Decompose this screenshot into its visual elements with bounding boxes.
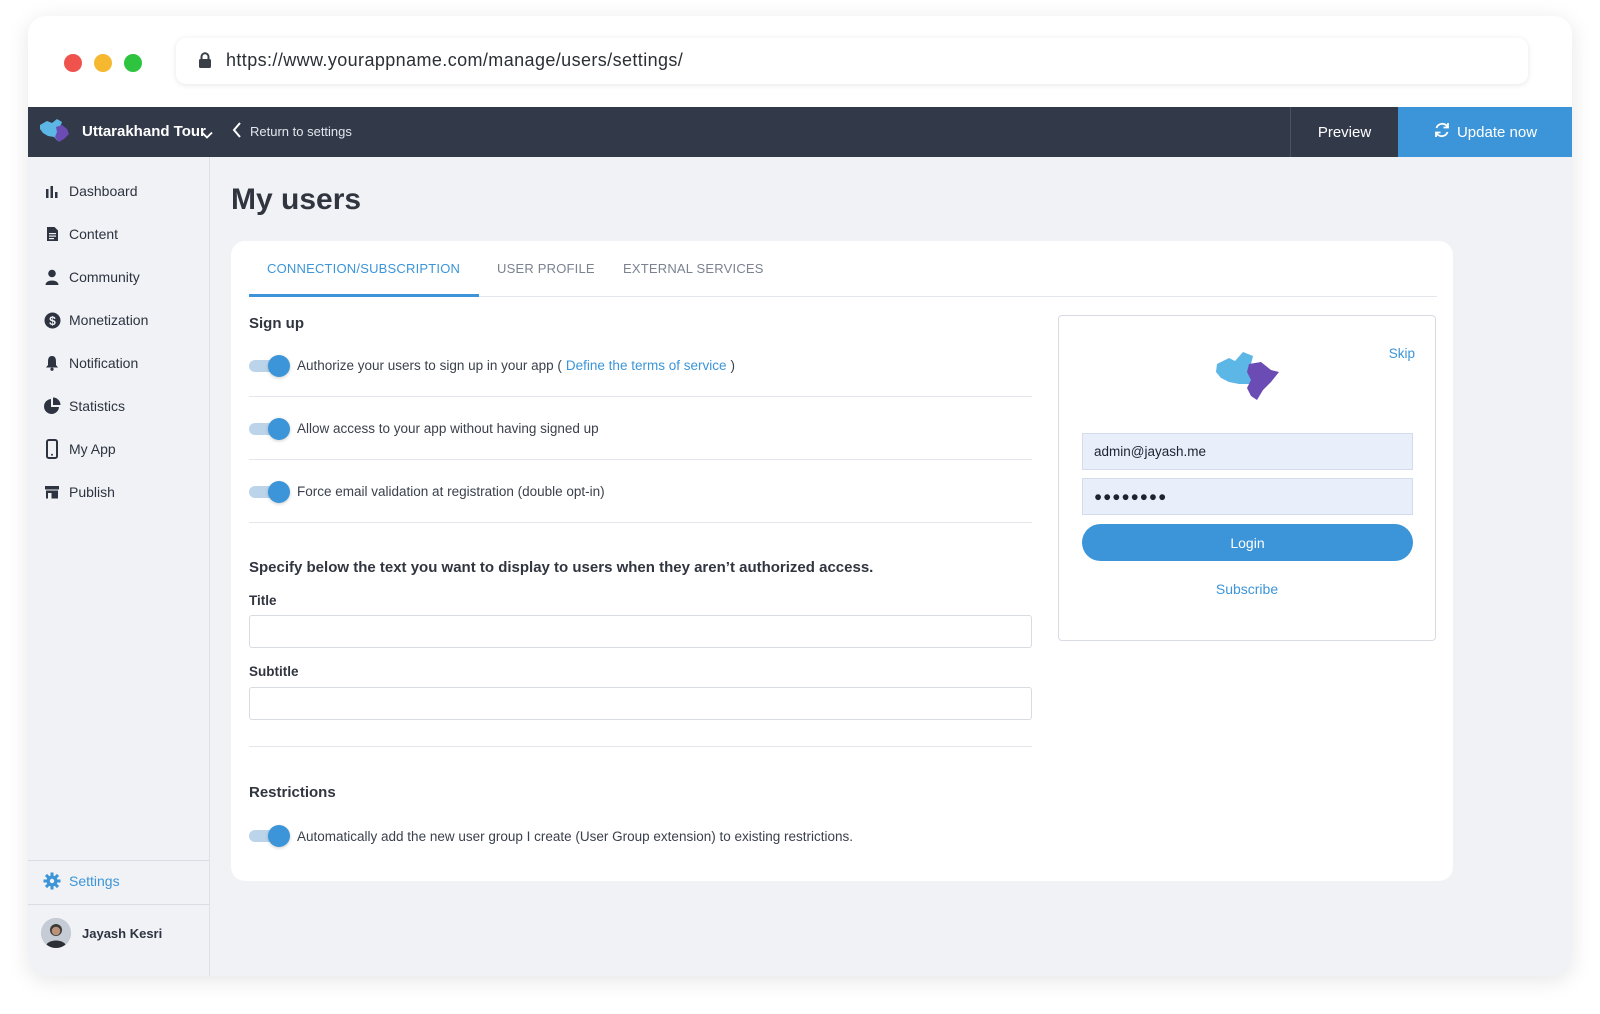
window-controls [64, 54, 142, 72]
document-icon [43, 225, 61, 243]
toggle-label: Allow access to your app without having … [297, 421, 599, 436]
user-name: Jayash Kesri [82, 925, 163, 941]
refresh-icon [1433, 121, 1451, 143]
app-top-bar: Uttarakhand Tour Return to settings Prev… [28, 107, 1572, 157]
sidebar-item-label: Monetization [69, 312, 149, 328]
tab-bar: CONNECTION/SUBSCRIPTION USER PROFILE EXT… [249, 241, 1437, 297]
address-bar[interactable]: https://www.yourappname.com/manage/users… [176, 38, 1528, 84]
chevron-down-icon[interactable] [201, 126, 213, 144]
gear-icon [43, 872, 61, 890]
section-divider [249, 746, 1032, 747]
sidebar-item-label: Statistics [69, 398, 126, 414]
email-validation-toggle-row: Force email validation at registration (… [249, 461, 1032, 523]
subtitle-input[interactable] [249, 687, 1032, 720]
app-logo-icon [38, 117, 72, 148]
main-content: My users CONNECTION/SUBSCRIPTION USER PR… [210, 157, 1572, 976]
svg-text:$: $ [49, 313, 56, 327]
sidebar-item-label: Community [69, 269, 140, 285]
tab-user-profile[interactable]: USER PROFILE [497, 261, 595, 276]
subtitle-field-label: Subtitle [249, 664, 299, 679]
title-input[interactable] [249, 615, 1032, 648]
sidebar-item-notification[interactable]: Notification [28, 345, 209, 381]
subscribe-link[interactable]: Subscribe [1059, 581, 1435, 597]
toggle-label-end: ) [730, 358, 735, 373]
lock-icon [198, 52, 212, 74]
terms-of-service-link[interactable]: Define the terms of service [566, 358, 727, 373]
settings-card: CONNECTION/SUBSCRIPTION USER PROFILE EXT… [231, 241, 1453, 881]
password-field[interactable]: ●●●●●●●● [1082, 478, 1413, 515]
maximize-window-button[interactable] [124, 54, 142, 72]
pie-chart-icon [43, 397, 61, 415]
return-to-settings-link[interactable]: Return to settings [232, 121, 352, 142]
tab-external-services[interactable]: EXTERNAL SERVICES [623, 261, 764, 276]
sidebar-item-settings[interactable]: Settings [28, 863, 209, 899]
restrictions-heading: Restrictions [249, 784, 336, 801]
login-preview-panel: Skip admin@jayash.me ●●●●●●●● Login Subs… [1058, 315, 1436, 641]
sidebar-divider [28, 860, 209, 861]
page-title: My users [231, 183, 362, 216]
email-validation-toggle[interactable] [249, 480, 290, 503]
minimize-window-button[interactable] [94, 54, 112, 72]
sidebar-item-my-app[interactable]: My App [28, 431, 209, 467]
signup-toggle-row: Authorize your users to sign up in your … [249, 335, 1032, 397]
update-now-label: Update now [1456, 123, 1538, 141]
bar-chart-icon [43, 182, 61, 200]
dollar-icon: $ [43, 311, 61, 329]
signup-heading: Sign up [249, 315, 304, 332]
sidebar-item-label: Notification [69, 355, 139, 371]
sidebar-item-label: My App [69, 441, 116, 457]
sidebar-item-label: Publish [69, 484, 115, 500]
app-name[interactable]: Uttarakhand Tour [82, 123, 206, 140]
sidebar-item-label: Dashboard [69, 183, 138, 199]
sidebar-item-dashboard[interactable]: Dashboard [28, 173, 209, 209]
allow-access-toggle[interactable] [249, 417, 290, 440]
active-tab-indicator [249, 294, 479, 297]
bell-icon [43, 354, 61, 372]
title-field-label: Title [249, 593, 277, 608]
toggle-label: Authorize your users to sign up in your … [297, 358, 562, 373]
return-label: Return to settings [250, 124, 352, 139]
sidebar-item-statistics[interactable]: Statistics [28, 388, 209, 424]
unauthorized-text-heading: Specify below the text you want to displ… [249, 559, 874, 576]
sidebar-item-community[interactable]: Community [28, 259, 209, 295]
restrictions-toggle-row: Automatically add the new user group I c… [249, 805, 1032, 867]
browser-chrome: https://www.yourappname.com/manage/users… [28, 16, 1572, 107]
person-icon [43, 268, 61, 286]
restrictions-toggle[interactable] [249, 825, 290, 847]
preview-button[interactable]: Preview [1290, 107, 1398, 157]
store-icon [43, 483, 61, 501]
email-field[interactable]: admin@jayash.me [1082, 433, 1413, 470]
sidebar-divider [28, 904, 209, 905]
url-text: https://www.yourappname.com/manage/users… [226, 50, 684, 70]
tab-connection-subscription[interactable]: CONNECTION/SUBSCRIPTION [267, 261, 460, 276]
user-profile-item[interactable]: Jayash Kesri [28, 913, 209, 953]
sidebar-item-publish[interactable]: Publish [28, 474, 209, 510]
avatar [41, 918, 71, 948]
close-window-button[interactable] [64, 54, 82, 72]
toggle-label: Automatically add the new user group I c… [297, 828, 854, 844]
sidebar-item-label: Content [69, 226, 119, 242]
skip-link[interactable]: Skip [1389, 346, 1415, 361]
toggle-label: Force email validation at registration (… [297, 484, 605, 499]
login-button[interactable]: Login [1082, 524, 1413, 561]
chevron-left-icon [232, 121, 242, 142]
phone-icon [43, 439, 61, 459]
sidebar-item-content[interactable]: Content [28, 216, 209, 252]
browser-window: https://www.yourappname.com/manage/users… [28, 16, 1572, 976]
update-now-button[interactable]: Update now [1398, 107, 1572, 157]
settings-label: Settings [69, 873, 120, 889]
sidebar: Dashboard Content Community $ Monetizati… [28, 157, 210, 976]
sidebar-item-monetization[interactable]: $ Monetization [28, 302, 209, 338]
anonymous-access-toggle-row: Allow access to your app without having … [249, 398, 1032, 460]
authorize-signup-toggle[interactable] [249, 354, 290, 377]
app-logo-icon [1213, 350, 1283, 407]
